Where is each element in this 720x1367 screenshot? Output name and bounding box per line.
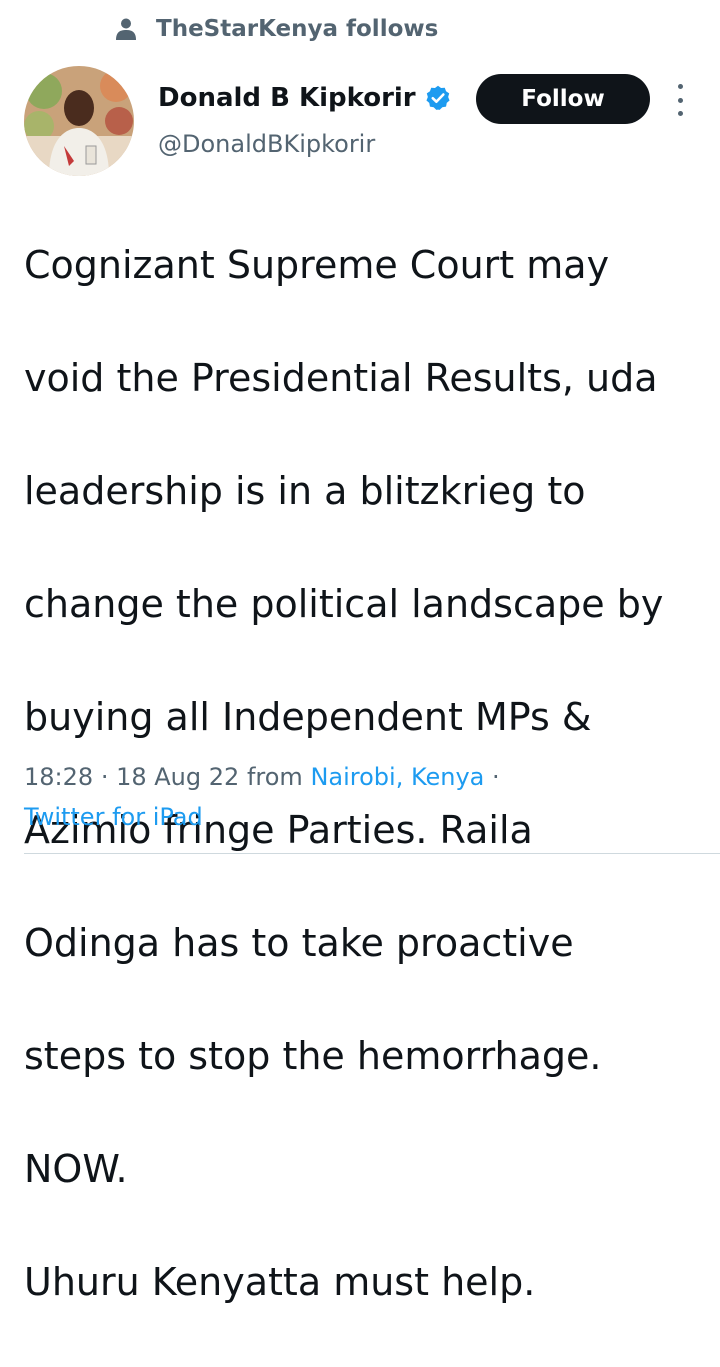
- person-icon: [116, 18, 136, 40]
- social-context[interactable]: TheStarKenya follows: [116, 16, 438, 42]
- tweet-line: buying all Independent MPs &: [24, 694, 592, 739]
- meta-separator: ·: [492, 763, 500, 791]
- meta-separator: ·: [100, 763, 109, 791]
- verified-badge-icon: [426, 85, 450, 110]
- avatar-image: [24, 66, 134, 176]
- tweet-date[interactable]: 18 Aug 22: [116, 763, 239, 791]
- divider: [24, 853, 720, 854]
- tweet-line: Cognizant Supreme Court may: [24, 242, 610, 287]
- author-block: Donald B Kipkorir @DonaldBKipkorir: [158, 80, 452, 158]
- social-context-label: TheStarKenya follows: [156, 16, 439, 42]
- tweet-time[interactable]: 18:28: [24, 763, 93, 791]
- tweet-line: Uhuru Kenyatta must help.: [24, 1259, 536, 1304]
- tweet-line: steps to stop the hemorrhage.: [24, 1033, 602, 1078]
- handle[interactable]: @DonaldBKipkorir: [158, 130, 452, 158]
- follow-button[interactable]: Follow: [476, 74, 650, 124]
- tweet-line: void the Presidential Results, uda: [24, 355, 658, 400]
- from-label: from: [246, 763, 303, 791]
- tweet-line: Odinga has to take proactive: [24, 920, 574, 965]
- tweet-line: NOW.: [24, 1146, 128, 1191]
- location-link[interactable]: Nairobi, Kenya: [310, 763, 484, 791]
- source-link[interactable]: Twitter for iPad: [24, 803, 203, 831]
- display-name[interactable]: Donald B Kipkorir: [158, 83, 416, 113]
- tweet-line: leadership is in a blitzkrieg to: [24, 468, 586, 513]
- more-vertical-icon[interactable]: [672, 84, 688, 116]
- avatar[interactable]: [24, 66, 134, 176]
- tweet-line: change the political landscape by: [24, 581, 664, 626]
- tweet-meta: 18:28 · 18 Aug 22 from Nairobi, Kenya · …: [24, 757, 694, 837]
